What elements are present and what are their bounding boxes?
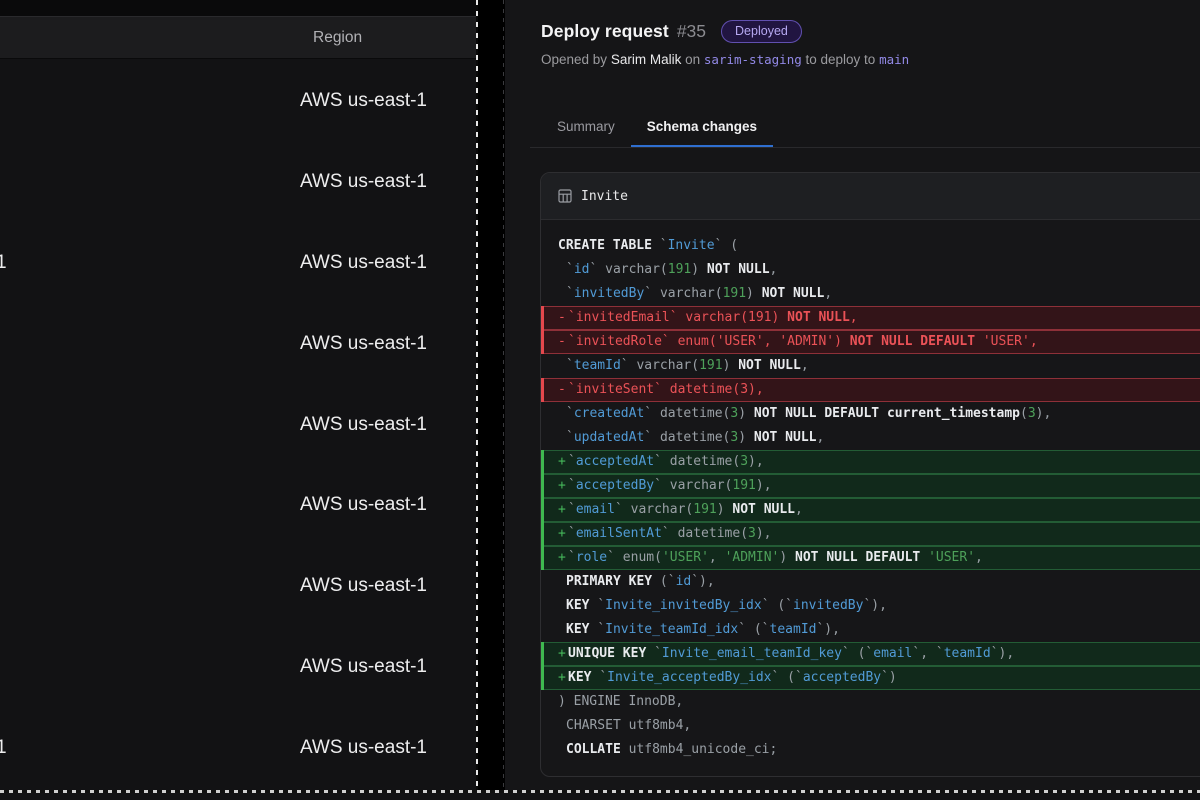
- diff-line-context: `invitedBy` varchar(191) NOT NULL,: [541, 282, 1200, 306]
- deploy-request-panel: Deploy request #35 Deployed Opened by Sa…: [505, 0, 1200, 791]
- region-column-header: Region: [313, 17, 362, 58]
- diff-marker: +: [558, 522, 566, 546]
- status-badge: Deployed: [721, 20, 802, 43]
- diff-marker: +: [558, 450, 566, 474]
- window-edge-dashed-line: [503, 0, 504, 791]
- diff-line-context: COLLATE utf8mb4_unicode_ci;: [541, 738, 1200, 762]
- diff-line-context: KEY `Invite_invitedBy_idx` (`invitedBy`)…: [541, 594, 1200, 618]
- byline: Opened by Sarim Malik on sarim-staging t…: [541, 52, 909, 67]
- diff-marker: -: [558, 306, 566, 330]
- source-branch-link[interactable]: sarim-staging: [704, 52, 802, 67]
- diff-marker: +: [558, 666, 566, 690]
- byline-opened-by: Opened by: [541, 52, 607, 67]
- tab-bar: SummarySchema changes: [541, 104, 773, 148]
- diff-marker: +: [558, 474, 566, 498]
- table-row-region-cell[interactable]: AWS us-east-1: [300, 332, 427, 356]
- diff-marker: +: [558, 546, 566, 570]
- tab-schema-changes[interactable]: Schema changes: [631, 104, 773, 148]
- selection-marquee-vertical-line: [476, 0, 478, 791]
- bottom-strip: [0, 793, 1200, 800]
- author-name: Sarim Malik: [611, 52, 682, 67]
- table-row-region-cell[interactable]: AWS us-east-1: [300, 413, 427, 437]
- sql-diff-code: CREATE TABLE `Invite` (`id` varchar(191)…: [541, 220, 1200, 777]
- diff-marker: -: [558, 330, 566, 354]
- diff-line-removed: -`invitedEmail` varchar(191) NOT NULL,: [541, 306, 1200, 330]
- diff-line-context: `updatedAt` datetime(3) NOT NULL,: [541, 426, 1200, 450]
- diff-marker: +: [558, 642, 566, 666]
- schema-diff-card: Invite CREATE TABLE `Invite` (`id` varch…: [540, 172, 1200, 777]
- diff-line-added: +`email` varchar(191) NOT NULL,: [541, 498, 1200, 522]
- diff-line-context: CREATE TABLE `Invite` (: [541, 234, 1200, 258]
- diff-line-removed: -`inviteSent` datetime(3),: [541, 378, 1200, 402]
- table-row-region-cell[interactable]: AWS us-east-1: [300, 574, 427, 598]
- table-section-header: Invite: [541, 173, 1200, 220]
- deploy-request-title-row: Deploy request #35 Deployed: [541, 20, 802, 43]
- table-header-row: Region: [0, 16, 477, 59]
- diff-line-context: `id` varchar(191) NOT NULL,: [541, 258, 1200, 282]
- byline-on: on: [685, 52, 700, 67]
- diff-line-added: +UNIQUE KEY `Invite_email_teamId_key` (`…: [541, 642, 1200, 666]
- diff-line-added: +KEY `Invite_acceptedBy_idx` (`acceptedB…: [541, 666, 1200, 690]
- clipped-cell-text: 1: [0, 251, 7, 275]
- table-row-region-cell[interactable]: AWS us-east-1: [300, 89, 427, 113]
- table-name: Invite: [581, 189, 628, 204]
- diff-line-added: +`acceptedAt` datetime(3),: [541, 450, 1200, 474]
- diff-line-added: +`emailSentAt` datetime(3),: [541, 522, 1200, 546]
- table-row-region-cell[interactable]: AWS us-east-1: [300, 493, 427, 517]
- diff-line-context: PRIMARY KEY (`id`),: [541, 570, 1200, 594]
- table-row-region-cell[interactable]: AWS us-east-1: [300, 736, 427, 760]
- diff-line-context: `createdAt` datetime(3) NOT NULL DEFAULT…: [541, 402, 1200, 426]
- diff-marker: +: [558, 498, 566, 522]
- clipped-cell-text: 1: [0, 736, 7, 760]
- diff-line-context: `teamId` varchar(191) NOT NULL,: [541, 354, 1200, 378]
- table-top-gutter: [0, 0, 477, 16]
- diff-line-context: ) ENGINE InnoDB,: [541, 690, 1200, 714]
- branches-table-panel: Region AWS us-east-1 AWS us-east-1 AWS us-…: [0, 0, 477, 791]
- table-row-region-cell[interactable]: AWS us-east-1: [300, 655, 427, 679]
- page-title: Deploy request: [541, 21, 669, 42]
- diff-line-context: CHARSET utf8mb4,: [541, 714, 1200, 738]
- target-branch-link[interactable]: main: [879, 52, 909, 67]
- table-icon: [558, 189, 572, 203]
- diff-line-added: +`role` enum('USER', 'ADMIN') NOT NULL D…: [541, 546, 1200, 570]
- byline-to-deploy-to: to deploy to: [806, 52, 876, 67]
- diff-line-context: KEY `Invite_teamId_idx` (`teamId`),: [541, 618, 1200, 642]
- diff-marker: -: [558, 378, 566, 402]
- tab-summary[interactable]: Summary: [541, 104, 631, 148]
- diff-line-added: +`acceptedBy` varchar(191),: [541, 474, 1200, 498]
- tab-divider: [530, 147, 1200, 148]
- diff-line-removed: -`invitedRole` enum('USER', 'ADMIN') NOT…: [541, 330, 1200, 354]
- table-row-region-cell[interactable]: AWS us-east-1: [300, 251, 427, 275]
- table-row-region-cell[interactable]: AWS us-east-1: [300, 170, 427, 194]
- deploy-request-number: #35: [677, 21, 706, 42]
